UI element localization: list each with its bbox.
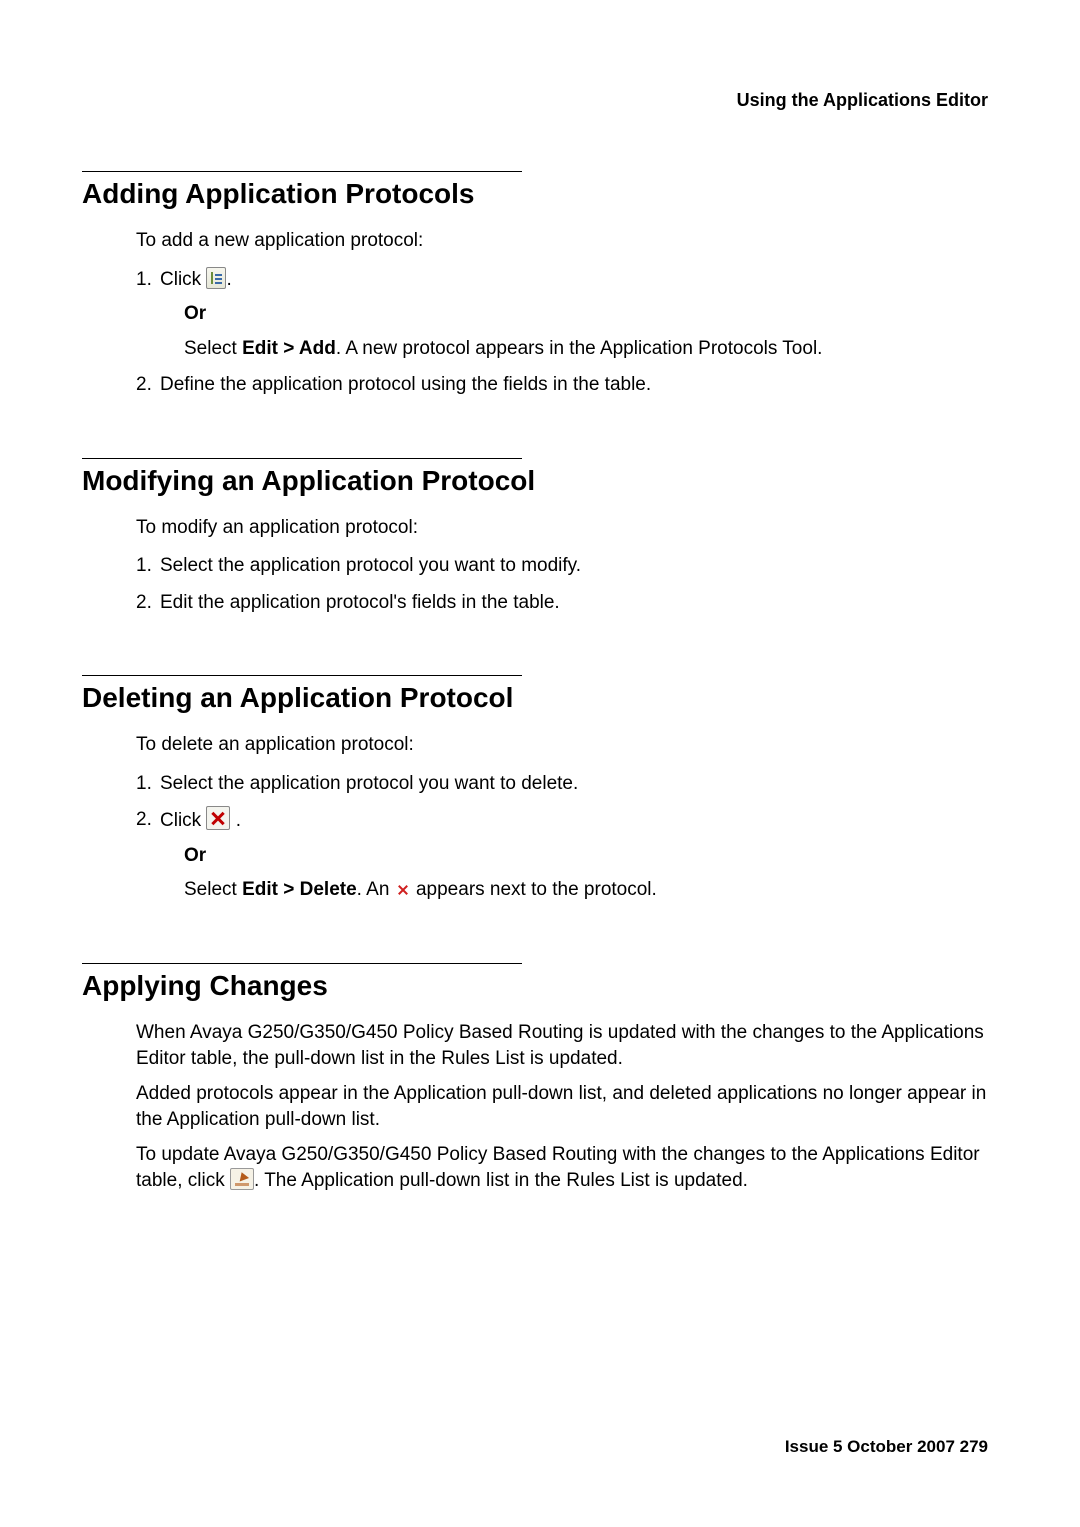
page-footer: Issue 5 October 2007 279	[785, 1437, 988, 1457]
running-header: Using the Applications Editor	[82, 90, 988, 111]
step-text: appears next to the protocol.	[411, 879, 657, 900]
step-add-1: Click . Or Select Edit > Add. A new prot…	[136, 266, 998, 364]
step-text: . A new protocol appears in the Applicat…	[336, 338, 823, 359]
step-add-2: Define the application protocol using th…	[136, 371, 998, 400]
paragraph: When Avaya G250/G350/G450 Policy Based R…	[136, 1020, 998, 1071]
heading-applying: Applying Changes	[82, 970, 998, 1002]
section-divider	[82, 171, 522, 172]
heading-modifying: Modifying an Application Protocol	[82, 465, 998, 497]
step-text: Click	[160, 810, 206, 831]
section-divider	[82, 963, 522, 964]
step-delete-1: Select the application protocol you want…	[136, 770, 998, 799]
menu-path: Edit > Add	[242, 338, 336, 359]
section-divider	[82, 458, 522, 459]
step-text: Select	[184, 338, 242, 359]
heading-deleting: Deleting an Application Protocol	[82, 682, 998, 714]
step-delete-2: Click . Or Select Edit > Delete. An appe…	[136, 806, 998, 905]
step-modify-2: Edit the application protocol's fields i…	[136, 589, 998, 618]
step-text: .	[230, 810, 241, 831]
step-text: Click	[160, 269, 206, 290]
x-mark-icon	[397, 884, 409, 896]
menu-path: Edit > Delete	[242, 879, 357, 900]
paragraph-text: . The Application pull-down list in the …	[254, 1170, 748, 1191]
section-divider	[82, 675, 522, 676]
lead-deleting: To delete an application protocol:	[136, 732, 998, 758]
heading-adding: Adding Application Protocols	[82, 178, 998, 210]
or-label: Or	[184, 842, 998, 871]
steps-deleting: Select the application protocol you want…	[136, 770, 998, 905]
paragraph: Added protocols appear in the Applicatio…	[136, 1081, 998, 1132]
delete-icon	[206, 806, 230, 830]
step-sub: Select Edit > Add. A new protocol appear…	[184, 335, 998, 364]
apply-icon	[230, 1168, 254, 1190]
document-page: Using the Applications Editor Adding App…	[0, 0, 1080, 1527]
paragraph: To update Avaya G250/G350/G450 Policy Ba…	[136, 1142, 998, 1193]
step-sub: Select Edit > Delete. An appears next to…	[184, 876, 998, 905]
step-text: Select	[184, 879, 242, 900]
steps-modifying: Select the application protocol you want…	[136, 552, 998, 617]
lead-adding: To add a new application protocol:	[136, 228, 998, 254]
or-label: Or	[184, 300, 998, 329]
step-modify-1: Select the application protocol you want…	[136, 552, 998, 581]
add-icon	[206, 267, 226, 289]
step-text: . An	[357, 879, 395, 900]
step-text: .	[226, 269, 231, 290]
steps-adding: Click . Or Select Edit > Add. A new prot…	[136, 266, 998, 400]
lead-modifying: To modify an application protocol:	[136, 515, 998, 541]
